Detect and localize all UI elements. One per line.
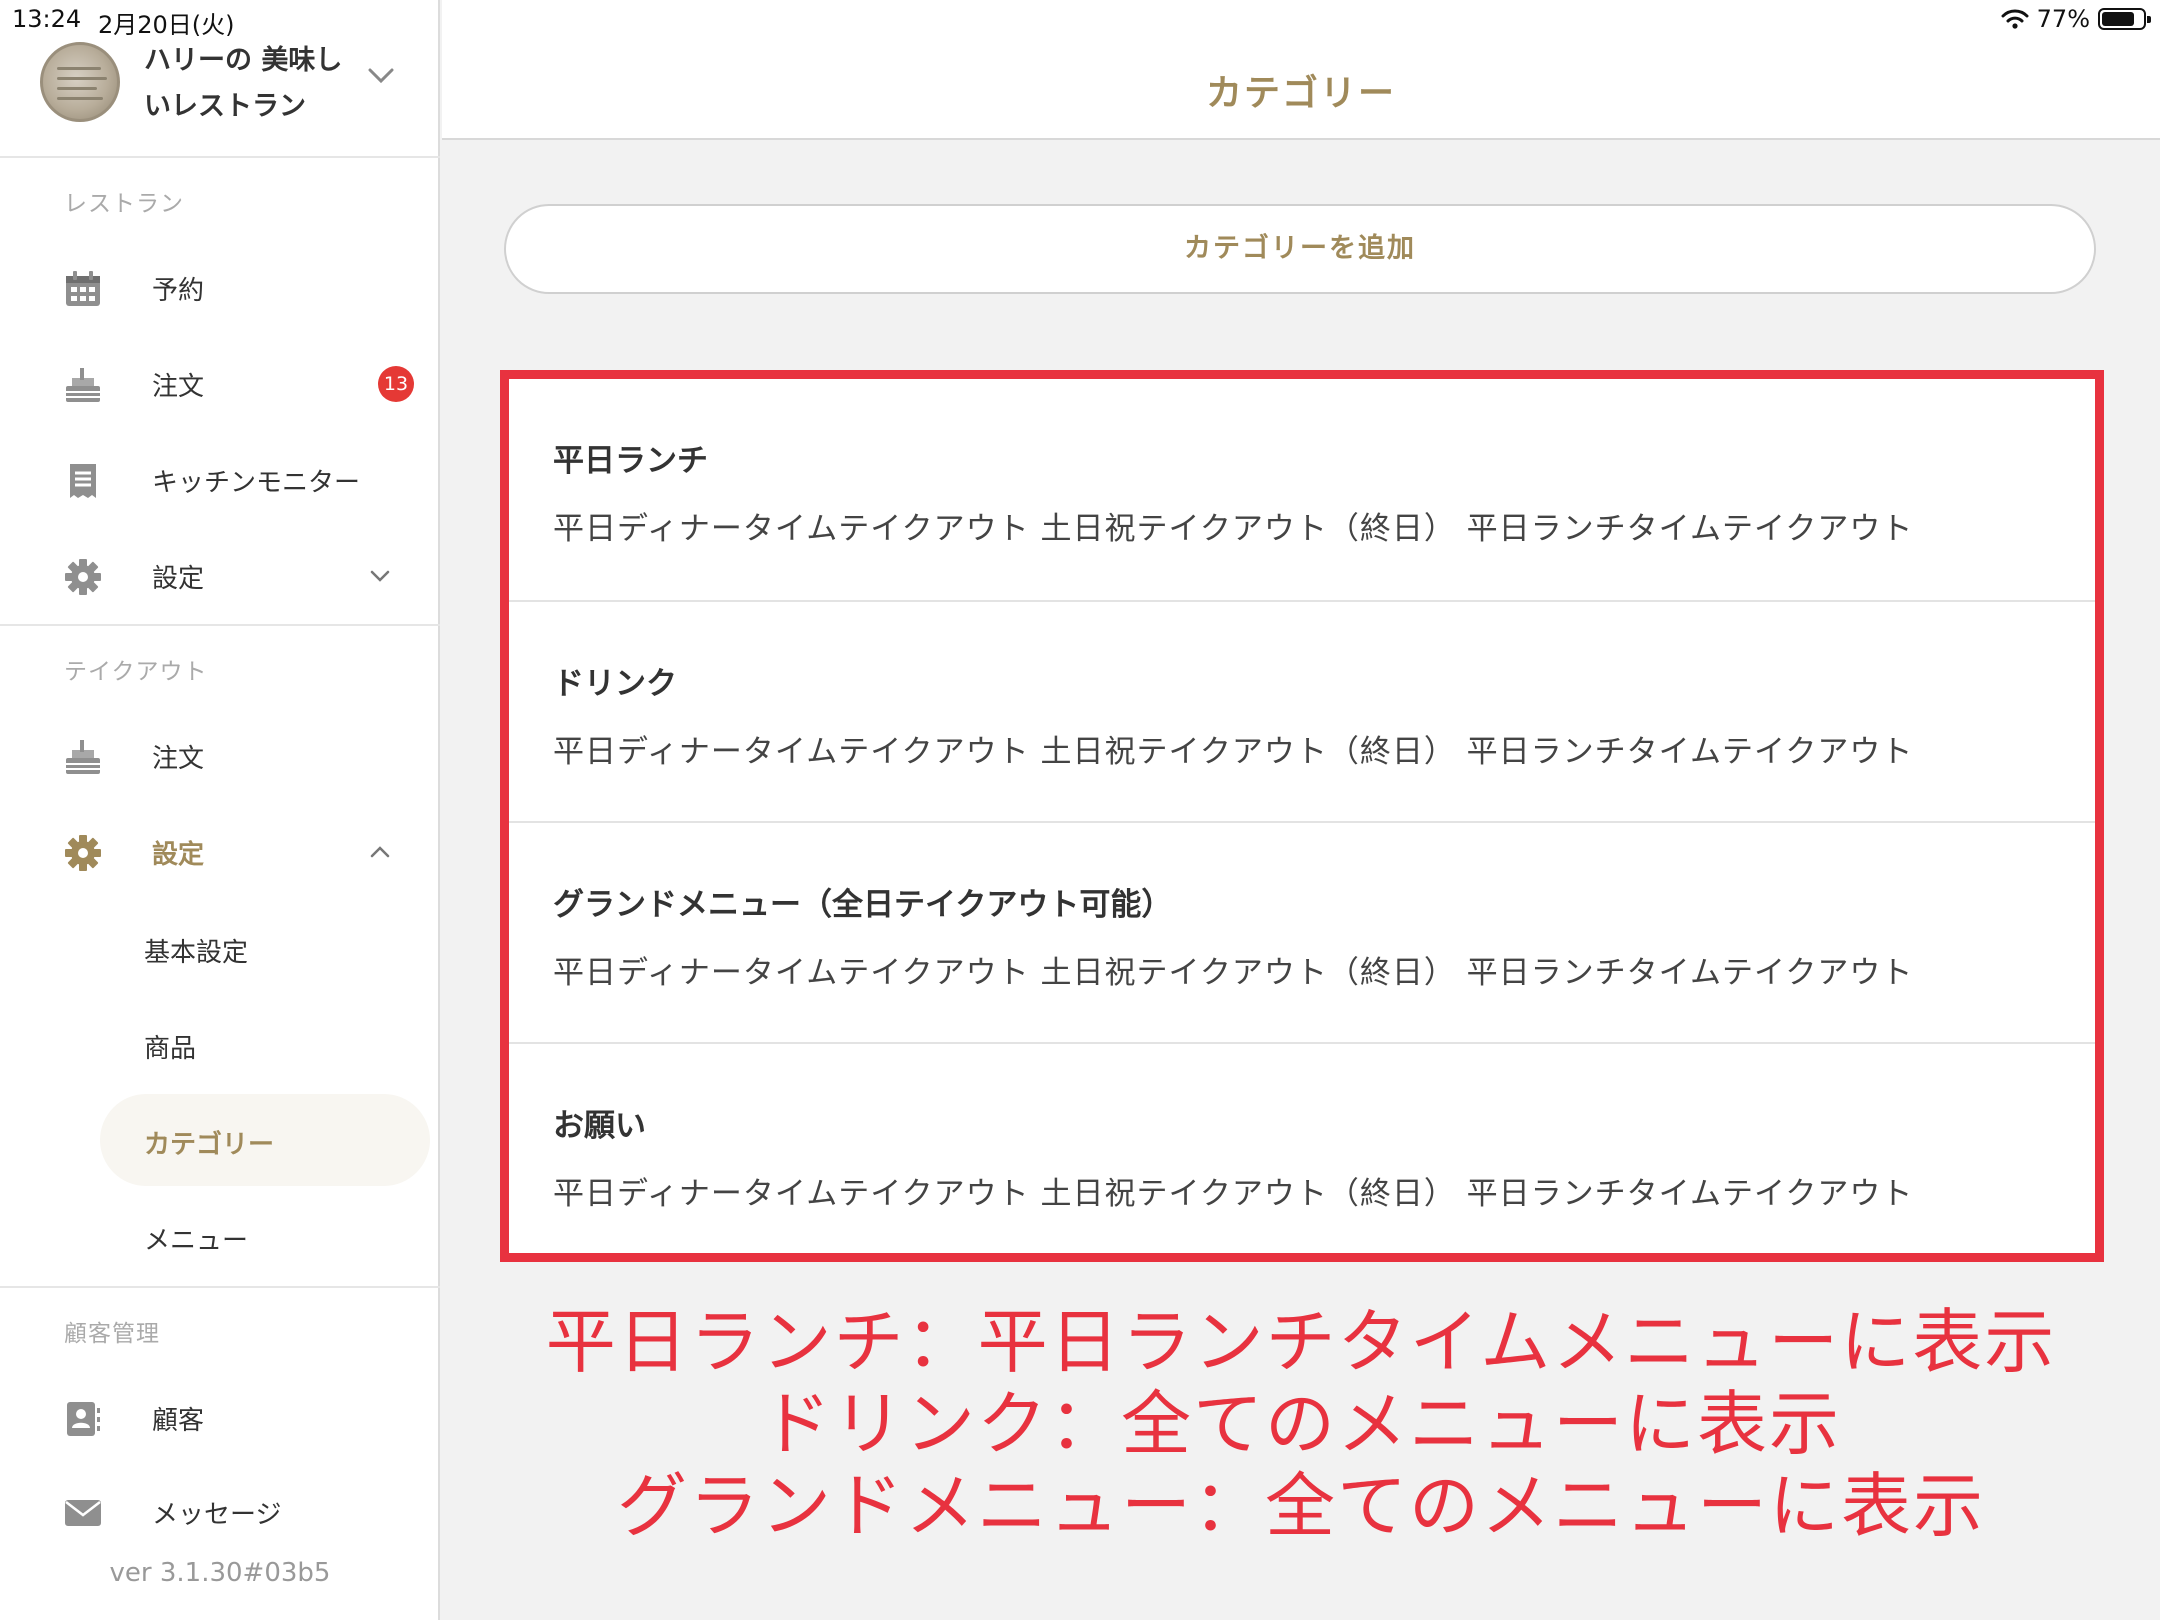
category-list: 平日ランチ 平日ディナータイムテイクアウト 土日祝テイクアウト（終日） 平日ラン… (500, 370, 2104, 1262)
page-title: カテゴリー (1205, 73, 1396, 114)
category-name: 平日ランチ (553, 443, 708, 479)
category-name: お願い (553, 1108, 646, 1144)
category-row[interactable]: 平日ランチ 平日ディナータイムテイクアウト 土日祝テイクアウト（終日） 平日ラン… (509, 379, 2095, 600)
sidebar-item-settings[interactable]: 設定 (0, 536, 440, 616)
takeout-bag-icon (66, 368, 100, 402)
category-menus: 平日ディナータイムテイクアウト 土日祝テイクアウト（終日） 平日ランチタイムテイ… (553, 511, 1914, 547)
category-menus: 平日ディナータイムテイクアウト 土日祝テイクアウト（終日） 平日ランチタイムテイ… (553, 734, 1914, 770)
category-name: グランドメニュー（全日テイクアウト可能） (553, 887, 1173, 923)
order-count-badge: 13 (378, 366, 414, 402)
chevron-down-icon[interactable] (366, 66, 396, 86)
sidebar-item-orders[interactable]: 注文 13 (0, 344, 440, 424)
sidebar-item-label: 顧客 (152, 1406, 205, 1436)
calendar-icon (66, 271, 100, 306)
sidebar-item-takeout-orders[interactable]: 注文 (0, 716, 440, 796)
takeout-bag-icon (66, 740, 100, 774)
sidebar-subitem-products[interactable]: 商品 (100, 998, 430, 1090)
sidebar-subitem-categories[interactable]: カテゴリー (100, 1094, 430, 1186)
sidebar-item-label: 基本設定 (144, 938, 249, 968)
battery-percent: 77% (2036, 5, 2090, 33)
sidebar-item-kitchen-monitor[interactable]: キッチンモニター (0, 440, 440, 520)
sidebar-item-messages[interactable]: メッセージ (0, 1472, 440, 1552)
sidebar: ハリーの 美味し いレストラン レストラン 予約 注文 13 キッチンモニター … (0, 0, 440, 1620)
sidebar-item-label: 予約 (152, 276, 205, 306)
battery-icon (2098, 8, 2151, 30)
category-row[interactable]: グランドメニュー（全日テイクアウト可能） 平日ディナータイムテイクアウト 土日祝… (509, 821, 2095, 1042)
sidebar-item-label: 商品 (144, 1034, 197, 1064)
category-menus: 平日ディナータイムテイクアウト 土日祝テイクアウト（終日） 平日ランチタイムテイ… (553, 1176, 1914, 1212)
sidebar-subitem-menu[interactable]: メニュー (100, 1190, 430, 1282)
sidebar-subitem-basic-settings[interactable]: 基本設定 (100, 902, 430, 994)
sidebar-item-label: メニュー (144, 1226, 249, 1256)
chevron-down-icon (370, 570, 390, 582)
category-row[interactable]: ドリンク 平日ディナータイムテイクアウト 土日祝テイクアウト（終日） 平日ランチ… (509, 600, 2095, 821)
category-name: ドリンク (553, 666, 677, 702)
section-divider (0, 1286, 440, 1288)
receipt-icon (70, 464, 96, 498)
avatar (40, 42, 120, 122)
section-label-restaurant: レストラン (64, 191, 184, 217)
category-row[interactable]: お願い 平日ディナータイムテイクアウト 土日祝テイクアウト（終日） 平日ランチタ… (509, 1042, 2095, 1263)
gear-icon (65, 559, 101, 595)
sidebar-item-reservation[interactable]: 予約 (0, 248, 440, 328)
status-time: 13:24 (12, 5, 82, 33)
sidebar-item-label: 注文 (152, 372, 205, 402)
sidebar-item-label: カテゴリー (144, 1130, 275, 1160)
sidebar-item-label: 設定 (152, 564, 205, 594)
status-date: 2月20日(火) (98, 11, 235, 39)
category-menus: 平日ディナータイムテイクアウト 土日祝テイクアウト（終日） 平日ランチタイムテイ… (553, 955, 1914, 991)
sidebar-item-takeout-settings[interactable]: 設定 (0, 812, 440, 892)
annotation-line: グランドメニュー：全てのメニューに表示 (617, 1465, 1985, 1547)
gear-icon (65, 835, 101, 871)
status-indicators: 77% (2001, 5, 2151, 33)
restaurant-name: ハリーの 美味し いレストラン (144, 45, 343, 122)
sidebar-item-label: 注文 (152, 744, 205, 774)
section-label-customers: 顧客管理 (64, 1321, 160, 1347)
sidebar-item-customers[interactable]: 顧客 (0, 1378, 440, 1458)
sidebar-item-label: キッチンモニター (152, 468, 361, 498)
app-version: ver 3.1.30#03b5 (109, 1558, 331, 1588)
sidebar-item-label: 設定 (152, 840, 205, 870)
chevron-up-icon (370, 846, 390, 858)
wifi-icon (2001, 9, 2029, 29)
envelope-icon (65, 1500, 101, 1526)
section-divider (0, 624, 440, 626)
section-label-takeout: テイクアウト (64, 659, 208, 685)
status-bar: 13:24 2月20日(火) 77% (0, 0, 2160, 40)
sidebar-item-label: メッセージ (152, 1500, 282, 1530)
contact-card-icon (67, 1402, 100, 1436)
add-category-button[interactable]: カテゴリーを追加 (504, 204, 2096, 294)
